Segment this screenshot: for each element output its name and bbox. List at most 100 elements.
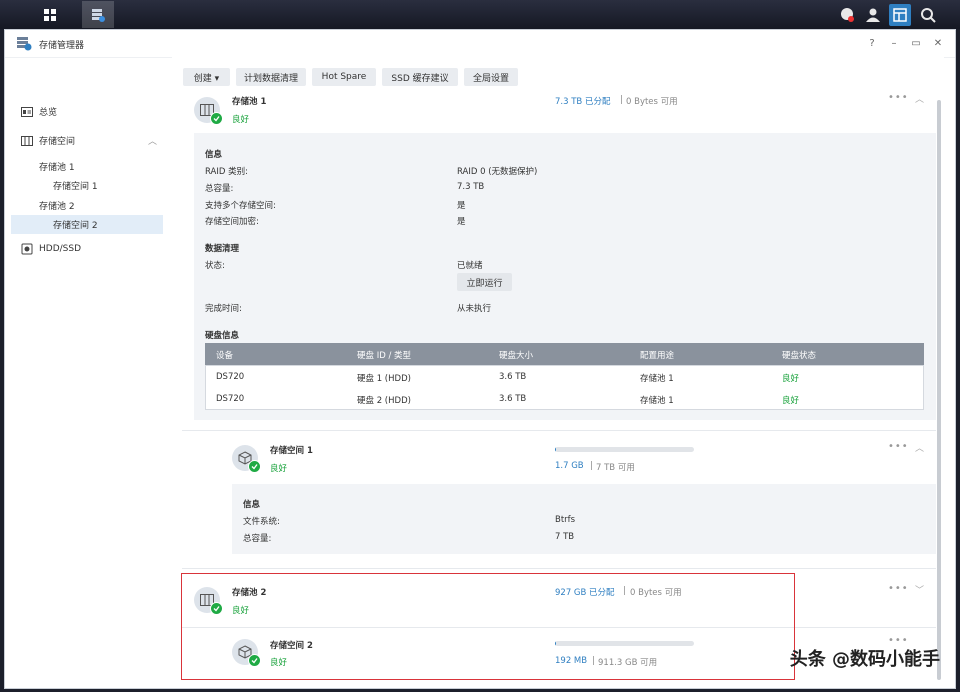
schedule-scrub-button[interactable]: 计划数据清理: [236, 68, 306, 86]
scrollbar[interactable]: [937, 100, 941, 680]
sidebar-item-label: 存储池 1: [39, 163, 75, 173]
sidebar-item-hdd-ssd[interactable]: HDD/SSD: [21, 239, 173, 258]
field-value: 7.3 TB: [457, 182, 485, 192]
titlebar: 存储管理器 ? – ▭ ✕: [5, 30, 955, 58]
sidebar-item-storage[interactable]: 存储空间 ︿: [21, 131, 163, 150]
more-icon[interactable]: •••: [888, 441, 909, 452]
field-label: 状态:: [205, 261, 225, 271]
more-icon[interactable]: •••: [888, 92, 909, 103]
field-label: 文件系统:: [243, 517, 280, 527]
highlight-box: [181, 573, 795, 680]
sidebar-item-label: 存储池 2: [39, 202, 75, 212]
storage-manager-icon: [92, 8, 105, 22]
chevron-down-icon[interactable]: ﹀: [915, 583, 924, 596]
table-cell: 良好: [782, 396, 800, 406]
watermark: 头条 @数码小能手: [789, 649, 940, 670]
field-value: 从未执行: [457, 304, 492, 314]
separator: |: [590, 461, 593, 471]
chevron-up-icon[interactable]: ︿: [915, 92, 924, 105]
field-label: 存储空间加密:: [205, 217, 259, 227]
sidebar-item-pool-2[interactable]: 存储池 2: [39, 196, 163, 215]
taskbar: [0, 0, 960, 29]
sidebar-item-volume-1[interactable]: 存储空间 1: [53, 176, 163, 195]
field-label: 总容量:: [205, 184, 234, 194]
divider: [182, 568, 936, 569]
storage-icon: [21, 135, 33, 146]
column-header[interactable]: 硬盘 ID / 类型: [357, 349, 411, 361]
divider: [182, 430, 936, 431]
storage-manager-taskbar-button[interactable]: [82, 1, 114, 28]
table-cell: DS720: [216, 372, 245, 382]
section-title: 信息: [243, 500, 261, 510]
sidebar-item-label: HDD/SSD: [39, 243, 82, 254]
volume-status: 良好: [270, 464, 288, 474]
volume-info-panel: [232, 484, 936, 554]
widgets-icon: [893, 8, 907, 22]
column-header[interactable]: 设备: [216, 349, 233, 361]
table-cell: 良好: [782, 374, 800, 384]
column-header[interactable]: 硬盘大小: [499, 349, 533, 361]
minimize-button[interactable]: –: [887, 36, 901, 50]
overview-icon: [21, 106, 33, 117]
field-value: RAID 0 (无数据保护): [457, 167, 538, 177]
field-label: 完成时间:: [205, 304, 242, 314]
help-icon: ?: [869, 37, 875, 49]
field-value: Btrfs: [555, 515, 576, 525]
search-button[interactable]: [917, 4, 939, 26]
volume-usage-bar: [555, 447, 694, 452]
volume-available: 7 TB 可用: [596, 463, 635, 473]
window-title: 存储管理器: [39, 41, 85, 51]
more-icon[interactable]: •••: [888, 583, 909, 594]
search-icon: [921, 8, 936, 23]
field-label: 总容量:: [243, 534, 272, 544]
chevron-up-icon[interactable]: ︿: [915, 441, 924, 454]
close-button[interactable]: ✕: [931, 36, 945, 50]
user-button[interactable]: [862, 4, 884, 26]
help-button[interactable]: ?: [865, 36, 879, 50]
section-title: 信息: [205, 150, 223, 160]
table-cell: 存储池 1: [640, 396, 674, 406]
table-cell: 3.6 TB: [499, 372, 527, 382]
hdd-icon: [21, 243, 33, 254]
chat-icon: [841, 8, 854, 22]
table-cell: 硬盘 2 (HDD): [357, 396, 411, 406]
field-value: 是: [457, 201, 466, 211]
widgets-button[interactable]: [889, 4, 911, 26]
global-settings-button[interactable]: 全局设置: [464, 68, 518, 86]
column-header[interactable]: 配置用途: [640, 349, 674, 361]
user-icon: [866, 8, 880, 22]
column-header[interactable]: 硬盘状态: [782, 349, 816, 361]
restore-button[interactable]: ▭: [909, 36, 923, 50]
table-cell: 存储池 1: [640, 374, 674, 384]
volume-name: 存储空间 1: [270, 446, 313, 456]
pool-allocated: 7.3 TB 已分配: [555, 97, 611, 107]
chevron-up-icon[interactable]: ︿: [148, 134, 157, 147]
field-label: 支持多个存储空间:: [205, 201, 276, 211]
volume-used: 1.7 GB: [555, 461, 584, 471]
check-icon: [210, 112, 223, 125]
field-label: RAID 类别:: [205, 167, 248, 177]
table-cell: DS720: [216, 394, 245, 404]
sidebar-item-label: 存储空间 1: [53, 182, 98, 192]
close-icon: ✕: [933, 37, 943, 49]
create-button[interactable]: 创建 ▾: [183, 68, 230, 86]
pool-available: 0 Bytes 可用: [626, 97, 678, 107]
sidebar-item-overview[interactable]: 总览: [21, 102, 173, 121]
field-value: 是: [457, 217, 466, 227]
sidebar: 总览 存储空间 ︿ 存储池 1 存储空间 1 存储池 2 存储空间 2 HDD/…: [5, 58, 173, 688]
restore-icon: ▭: [911, 37, 921, 49]
disk-table-header: [205, 343, 924, 365]
run-now-button[interactable]: 立即运行: [457, 273, 512, 291]
usage-fill: [555, 447, 556, 452]
ssd-cache-advisor-button[interactable]: SSD 缓存建议: [382, 68, 458, 86]
notification-button[interactable]: [836, 4, 858, 26]
minimize-icon: –: [891, 37, 897, 49]
sidebar-item-label: 总览: [39, 108, 58, 118]
main-menu-button[interactable]: [34, 1, 66, 28]
sidebar-item-volume-2[interactable]: 存储空间 2: [11, 215, 163, 234]
grid-icon: [44, 8, 56, 21]
sidebar-item-pool-1[interactable]: 存储池 1: [39, 157, 163, 176]
storage-manager-icon: [17, 37, 32, 51]
hot-spare-button[interactable]: Hot Spare: [312, 68, 376, 86]
pool-status: 良好: [232, 115, 250, 125]
